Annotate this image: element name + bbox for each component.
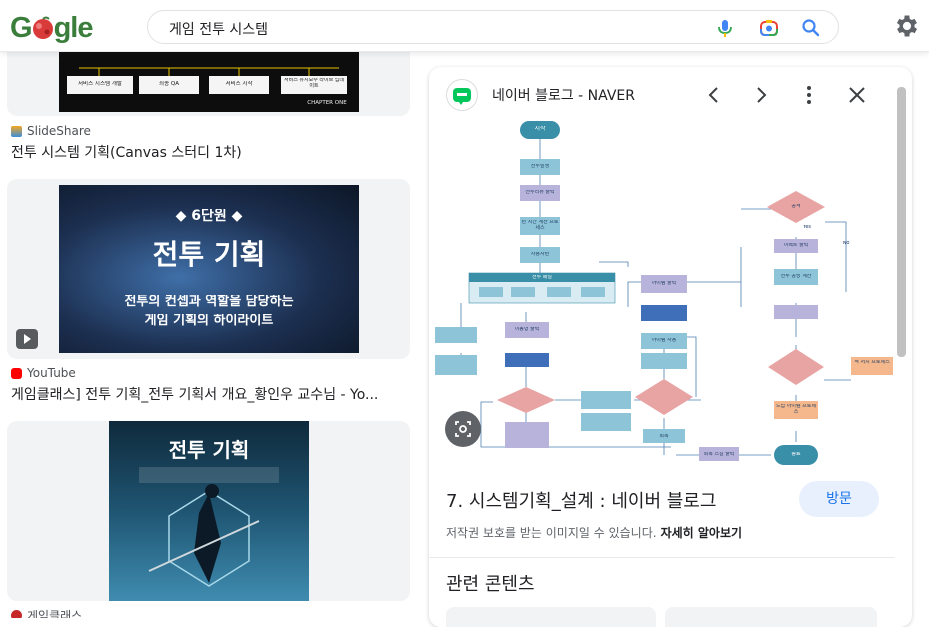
learn-more-link[interactable]: 자세히 알아보기: [661, 526, 742, 540]
result-card-youtube[interactable]: ◆ 6단원 ◆ 전투 기획 전투의 컨셉과 역할을 담당하는 게임 기획의 하이…: [7, 179, 410, 359]
related-card[interactable]: [446, 607, 656, 627]
flow-node-label: 턴 시간 계산 프로세스: [521, 220, 559, 231]
preview-image[interactable]: 시작 전투발생 전투리뷰 출력 턴 시간 계산 프로세스 사용자턴 전투 패널 …: [431, 117, 895, 537]
chevron-right-icon[interactable]: [749, 83, 773, 107]
logo-letter-g: G: [10, 11, 33, 44]
gameclass-icon: [11, 610, 22, 618]
result-source[interactable]: SlideShare: [11, 124, 91, 138]
slideshare-icon: [11, 125, 22, 137]
divider: [429, 557, 895, 558]
search-box[interactable]: 게임 전투 시스템: [147, 10, 839, 44]
top-bar: G gle 게임 전투 시스템: [0, 0, 929, 52]
flow-edge-label: Yes: [802, 225, 812, 230]
flow-node-label: 적 처치 프로세스: [854, 360, 890, 365]
mic-icon[interactable]: [714, 17, 736, 39]
logo-letter-g2: gle: [53, 11, 94, 44]
flow-edge-label: No: [842, 241, 850, 246]
more-options-icon[interactable]: [797, 83, 821, 107]
flow-node-label: 전투 패널: [532, 275, 552, 280]
panel-scrollbar[interactable]: [895, 83, 908, 413]
thumb-headline: 전투 기획: [152, 240, 266, 271]
flow-node-label: 아이템 사용: [651, 338, 677, 343]
flow-node-label: 전투발생: [530, 164, 550, 169]
flow-node-label: 공격: [791, 204, 801, 209]
flow-node-label: 이동형 출력: [514, 327, 540, 332]
video-play-icon[interactable]: [16, 329, 38, 349]
result-title[interactable]: 전투 시스템 기획(Canvas 스터디 1차): [11, 142, 411, 162]
visual-search-icon[interactable]: [445, 411, 481, 447]
preview-title[interactable]: 7. 시스템기획_설계 : 네이버 블로그: [446, 487, 716, 513]
search-icon[interactable]: [800, 17, 822, 39]
image-preview-panel: 네이버 블로그 - NAVER 시작 전투발생 전투리뷰 출력 턴 시간 계산 …: [429, 67, 912, 627]
thumb-tag: ◆ 6단원 ◆: [175, 209, 243, 224]
flowchart-diagram: [435, 121, 893, 465]
slide-box-label: 서비스 시스템 개발: [78, 81, 122, 87]
gear-icon[interactable]: [893, 12, 921, 40]
panel-header: 네이버 블로그 - NAVER: [429, 67, 912, 123]
visit-button[interactable]: 방문: [799, 481, 879, 517]
scrollbar-thumb[interactable]: [897, 87, 906, 357]
flow-node-label: 전투리뷰 출력: [525, 190, 555, 195]
slide-box-label: 최종 QA: [159, 81, 179, 87]
slide-caption: CHAPTER ONE: [307, 100, 347, 106]
flow-node-label: 전투 공방 계산: [780, 274, 812, 279]
flow-node-label: 아이템 출력: [651, 281, 677, 286]
doodle-icon: [30, 15, 56, 41]
source-site[interactable]: 네이버 블로그 - NAVER: [492, 85, 635, 105]
thumb-subtitle: 게임 기획의 하이라이트: [144, 314, 274, 328]
result-source[interactable]: 게임클래스: [11, 607, 82, 618]
google-logo[interactable]: G gle: [10, 11, 94, 44]
search-input[interactable]: 게임 전투 시스템: [169, 19, 268, 39]
chevron-left-icon[interactable]: [702, 83, 726, 107]
flow-node-label: 사용자턴: [530, 252, 550, 257]
youtube-icon: [11, 367, 22, 379]
copyright-text: 저작권 보호를 받는 이미지일 수 있습니다.: [446, 526, 657, 540]
thumb-subtitle: 전투의 컨셉과 역할을 담당하는: [124, 295, 294, 309]
close-icon[interactable]: [845, 83, 869, 107]
related-content-heading: 관련 콘텐츠: [446, 574, 535, 595]
copyright-notice: 저작권 보호를 받는 이미지일 수 있습니다. 자세히 알아보기: [446, 524, 742, 541]
slide-box-label: 서비스 시작: [225, 81, 253, 87]
result-thumbnail[interactable]: 서비스 시스템 개발 최종 QA 서비스 시작 서비스 유지보수 라이브 업데이…: [59, 52, 359, 112]
book-illustration: [139, 467, 279, 587]
result-thumbnail[interactable]: 전투 기획: [109, 421, 309, 601]
result-source[interactable]: YouTube: [11, 366, 76, 380]
flow-node-label: 시작: [534, 126, 546, 132]
source-label: YouTube: [27, 366, 76, 380]
result-thumbnail[interactable]: ◆ 6단원 ◆ 전투 기획 전투의 컨셉과 역할을 담당하는 게임 기획의 하이…: [59, 185, 359, 353]
flow-node-label: 회복 스킬 출력: [703, 452, 735, 457]
google-lens-icon[interactable]: [758, 17, 780, 39]
flow-node-label: 이펙트 출력: [783, 243, 809, 248]
flow-node-label: 드랍 아이템 프로세스: [776, 404, 816, 415]
image-results-column: 서비스 시스템 개발 최종 QA 서비스 시작 서비스 유지보수 라이브 업데이…: [0, 52, 420, 618]
related-card[interactable]: [665, 607, 877, 627]
naver-blog-icon[interactable]: [446, 79, 478, 111]
flow-node-label: 종료: [791, 452, 801, 457]
result-card-gameclass[interactable]: 전투 기획: [7, 421, 410, 601]
result-title[interactable]: 게임클래스] 전투 기획_전투 기획서 개요_황인우 교수님 - Yo...: [11, 384, 411, 404]
source-label: SlideShare: [27, 124, 91, 138]
slide-box-label: 서비스 유지보수 라이브 업데이트: [284, 78, 344, 89]
flow-node-label: 회복: [659, 434, 669, 439]
source-label: 게임클래스: [27, 609, 83, 618]
result-card-slideshare[interactable]: 서비스 시스템 개발 최종 QA 서비스 시작 서비스 유지보수 라이브 업데이…: [7, 52, 410, 116]
